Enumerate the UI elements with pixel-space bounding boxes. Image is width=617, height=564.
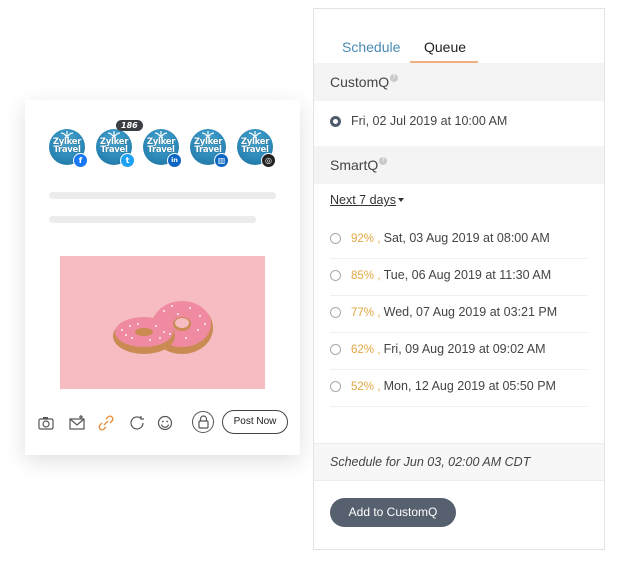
composer-toolbar: Post Now xyxy=(25,410,300,436)
slot-datetime: Wed, 07 Aug 2019 at 03:21 PM xyxy=(383,305,558,319)
tab-bar: Schedule Queue xyxy=(314,9,604,63)
emoji-icon[interactable] xyxy=(156,414,174,432)
smartq-slot[interactable]: 77% , Wed, 07 Aug 2019 at 03:21 PM xyxy=(330,295,588,333)
donuts-image xyxy=(113,301,213,354)
profile-avatar-linkedin[interactable]: Zylker Travel in xyxy=(143,129,182,168)
customq-slot[interactable]: Fri, 02 Jul 2019 at 10:00 AM xyxy=(330,104,588,141)
schedule-for-bar: Schedule for Jun 03, 02:00 AM CDT xyxy=(314,443,604,481)
radio-button[interactable] xyxy=(330,307,341,318)
smartq-slot-text: 62% , Fri, 09 Aug 2019 at 09:02 AM xyxy=(351,342,546,356)
add-to-customq-button[interactable]: Add to CustomQ xyxy=(330,498,456,527)
customq-title: CustomQ? xyxy=(330,74,399,90)
separator: , xyxy=(374,344,384,356)
lock-button[interactable] xyxy=(192,411,214,433)
range-dropdown[interactable]: Next 7 days xyxy=(330,193,396,207)
instagram-icon: ◎ xyxy=(261,153,276,168)
profile-avatar-linkedin-page[interactable]: Zylker Travel ▥ xyxy=(190,129,229,168)
slot-score: 62% xyxy=(351,344,375,356)
customq-slot-text: Fri, 02 Jul 2019 at 10:00 AM xyxy=(351,114,508,128)
tab-schedule[interactable]: Schedule xyxy=(342,39,400,55)
camera-icon[interactable] xyxy=(37,414,55,432)
profile-list: Zylker Travel f Zylker Travel t 186 Zylker Trave… xyxy=(49,120,289,169)
separator: , xyxy=(374,381,384,393)
slot-score: 85% xyxy=(351,270,375,282)
lock-icon xyxy=(198,415,209,429)
slot-score: 52% xyxy=(351,381,375,393)
separator: , xyxy=(374,233,384,245)
slot-datetime: Mon, 12 Aug 2019 at 05:50 PM xyxy=(383,379,556,393)
schedule-panel: Schedule Queue CustomQ? Fri, 02 Jul 2019… xyxy=(313,8,605,550)
smartq-slot-text: 77% , Wed, 07 Aug 2019 at 03:21 PM xyxy=(351,305,557,319)
profile-brand-name: Zylker Travel xyxy=(190,138,226,155)
profile-brand-name: Zylker Travel xyxy=(143,138,179,155)
linkedin-icon: in xyxy=(167,153,182,168)
slot-datetime: Tue, 06 Aug 2019 at 11:30 AM xyxy=(383,268,552,282)
profile-brand-name: Zylker Travel xyxy=(49,138,85,155)
smartq-slot-text: 52% , Mon, 12 Aug 2019 at 05:50 PM xyxy=(351,379,556,393)
separator: , xyxy=(374,307,384,319)
radio-button[interactable] xyxy=(330,381,341,392)
link-icon[interactable] xyxy=(97,414,115,432)
smartq-title: SmartQ? xyxy=(330,157,388,173)
profile-brand-name: Zylker Travel xyxy=(96,138,132,155)
smartq-slot[interactable]: 52% , Mon, 12 Aug 2019 at 05:50 PM xyxy=(330,369,588,407)
slot-score: 92% xyxy=(351,233,375,245)
chevron-down-icon[interactable] xyxy=(398,198,404,202)
profile-avatar-facebook[interactable]: Zylker Travel f xyxy=(49,129,88,168)
post-composer: Zylker Travel f Zylker Travel t 186 Zylker Trave… xyxy=(25,100,300,455)
smartq-header: SmartQ? xyxy=(314,146,604,184)
post-image xyxy=(60,256,265,389)
mail-icon[interactable] xyxy=(68,414,86,432)
smartq-slot[interactable]: 85% , Tue, 06 Aug 2019 at 11:30 AM xyxy=(330,258,588,296)
refresh-icon[interactable] xyxy=(128,414,146,432)
smartq-slot-text: 85% , Tue, 06 Aug 2019 at 11:30 AM xyxy=(351,268,551,282)
slot-datetime: Sat, 03 Aug 2019 at 08:00 AM xyxy=(383,231,550,245)
help-icon[interactable]: ? xyxy=(379,157,388,165)
linkedin-page-icon: ▥ xyxy=(214,153,229,168)
post-now-button[interactable]: Post Now xyxy=(222,410,288,434)
profile-avatar-instagram[interactable]: Zylker Travel ◎ xyxy=(237,129,276,168)
slot-datetime: Fri, 09 Aug 2019 at 09:02 AM xyxy=(383,342,546,356)
text-placeholder-line[interactable] xyxy=(49,216,256,223)
profile-brand-name: Zylker Travel xyxy=(237,138,273,155)
slot-score: 77% xyxy=(351,307,375,319)
tab-queue[interactable]: Queue xyxy=(424,39,466,55)
customq-header: CustomQ? xyxy=(314,63,604,101)
radio-button[interactable] xyxy=(330,344,341,355)
smartq-slot[interactable]: 62% , Fri, 09 Aug 2019 at 09:02 AM xyxy=(330,332,588,370)
schedule-for-text: Schedule for Jun 03, 02:00 AM CDT xyxy=(330,455,531,469)
facebook-icon: f xyxy=(73,153,88,168)
help-icon[interactable]: ? xyxy=(390,74,399,82)
radio-button[interactable] xyxy=(330,233,341,244)
profile-avatar-twitter[interactable]: Zylker Travel t 186 xyxy=(96,120,143,168)
radio-button[interactable] xyxy=(330,270,341,281)
text-placeholder-line[interactable] xyxy=(49,192,276,199)
post-count-badge: 186 xyxy=(116,120,143,131)
smartq-slot[interactable]: 92% , Sat, 03 Aug 2019 at 08:00 AM xyxy=(330,221,588,259)
smartq-slot-text: 92% , Sat, 03 Aug 2019 at 08:00 AM xyxy=(351,231,550,245)
radio-selected[interactable] xyxy=(330,116,341,127)
separator: , xyxy=(374,270,384,282)
twitter-icon: t xyxy=(120,153,135,168)
